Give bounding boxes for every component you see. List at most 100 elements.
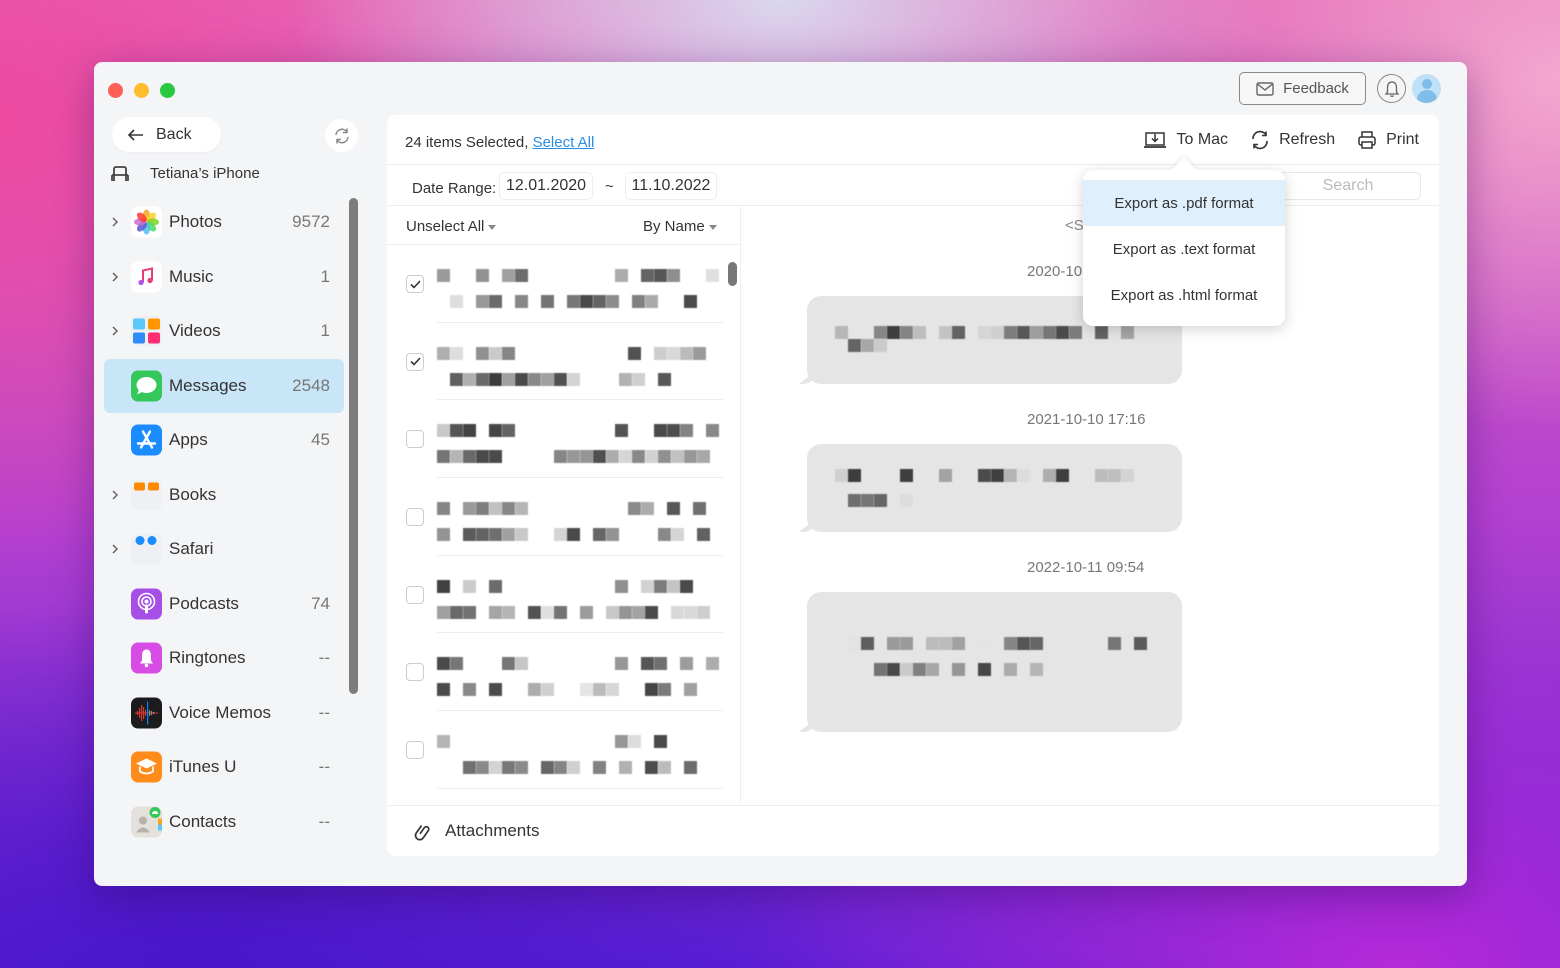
sidebar-item-itunes-u[interactable]: iTunes U -- (104, 740, 344, 795)
contacts-icon (131, 806, 162, 838)
sidebar-scrollbar[interactable] (349, 198, 358, 694)
date-from-input[interactable]: 12.01.2020 (499, 172, 593, 200)
redacted-text-block (515, 528, 528, 542)
redacted-text-block (693, 346, 706, 360)
row-checkbox[interactable] (406, 741, 424, 760)
row-checkbox[interactable] (406, 663, 424, 682)
refresh-button[interactable]: Refresh (1250, 130, 1335, 150)
redacted-text-block (848, 339, 861, 352)
chevron-right-icon[interactable] (110, 325, 120, 337)
unselect-all-label: Unselect All (406, 218, 485, 235)
redacted-text-block (641, 269, 654, 282)
redacted-text-block (926, 663, 939, 676)
message-bubble (807, 592, 1182, 732)
sidebar-item-ringtones[interactable]: Ringtones -- (104, 631, 344, 686)
export-to-computer-icon (1144, 132, 1167, 148)
export-html-option[interactable]: Export as .html format (1083, 272, 1285, 318)
redacted-text-block (615, 735, 628, 749)
list-scrollbar[interactable] (728, 262, 737, 286)
caret-down-icon (488, 224, 497, 230)
sort-dropdown[interactable]: By Name (643, 218, 717, 235)
sidebar-item-photos[interactable]: Photos 9572 (104, 195, 344, 250)
search-input[interactable]: Search (1275, 172, 1421, 200)
back-button[interactable]: Back (112, 117, 221, 152)
chevron-right-icon[interactable] (110, 489, 120, 501)
close-window-button[interactable] (108, 83, 123, 98)
date-to-input[interactable]: 11.10.2022 (625, 172, 717, 200)
redacted-text-block (874, 339, 887, 352)
chevron-right-icon[interactable] (110, 216, 120, 228)
redacted-text-block (978, 637, 991, 650)
chevron-right-icon[interactable] (110, 543, 120, 555)
redacted-text-block (463, 424, 476, 438)
sidebar-item-count: 74 (311, 593, 330, 613)
redacted-text-block (1004, 663, 1017, 676)
print-label: Print (1386, 131, 1419, 148)
notifications-button[interactable] (1377, 74, 1406, 103)
sidebar-item-apps[interactable]: Apps 45 (104, 413, 344, 468)
select-all-link[interactable]: Select All (533, 134, 595, 151)
row-checkbox[interactable] (406, 430, 424, 449)
to-mac-label: To Mac (1176, 131, 1229, 148)
conversation-row[interactable] (406, 323, 723, 401)
conversation-row[interactable] (406, 478, 723, 556)
sidebar-item-messages[interactable]: Messages 2548 (104, 358, 344, 413)
zoom-window-button[interactable] (160, 83, 175, 98)
redacted-text-block (697, 528, 710, 542)
export-pdf-option[interactable]: Export as .pdf format (1083, 180, 1285, 226)
redacted-text-block (515, 295, 528, 308)
sidebar-item-label: iTunes U (169, 757, 237, 777)
attachments-bar[interactable]: Attachments (387, 805, 1439, 856)
checkmark-icon (409, 279, 421, 289)
feedback-button[interactable]: Feedback (1239, 72, 1366, 105)
conversation-row[interactable] (406, 245, 723, 323)
user-avatar-icon[interactable] (1412, 74, 1441, 103)
unselect-all-dropdown[interactable]: Unselect All (406, 218, 497, 235)
redacted-text-block (450, 450, 463, 464)
sidebar-item-music[interactable]: Music 1 (104, 250, 344, 305)
music-icon (131, 261, 162, 293)
caret-down-icon (708, 224, 717, 230)
export-text-option[interactable]: Export as .text format (1083, 226, 1285, 272)
sidebar-item-voice-memos[interactable]: Voice Memos -- (104, 686, 344, 741)
print-button[interactable]: Print (1357, 130, 1419, 150)
to-mac-button[interactable]: To Mac (1143, 130, 1228, 150)
row-checkbox[interactable] (406, 585, 424, 604)
row-checkbox[interactable] (406, 275, 424, 293)
redacted-text-block (619, 450, 632, 464)
redacted-text-block (528, 683, 541, 697)
conversation-row[interactable] (406, 711, 723, 789)
row-checkbox[interactable] (406, 352, 424, 371)
sidebar-item-books[interactable]: Books (104, 468, 344, 523)
redacted-text-block (489, 372, 502, 386)
conversation-row[interactable] (406, 633, 723, 712)
redacted-text-block (437, 346, 450, 360)
redacted-text-block (450, 295, 463, 308)
sidebar-item-label: Safari (169, 539, 214, 559)
redacted-text-block (900, 469, 913, 482)
row-checkbox[interactable] (406, 508, 424, 527)
redacted-text-block (463, 605, 476, 619)
sidebar-item-videos[interactable]: Videos 1 (104, 304, 344, 359)
redacted-text-block (1017, 469, 1030, 482)
redacted-text-block (502, 269, 515, 282)
redacted-text-block (848, 637, 861, 650)
redacted-text-block (706, 657, 719, 671)
redacted-text-block (502, 502, 515, 516)
sidebar-item-label: Videos (169, 321, 221, 341)
minimize-window-button[interactable] (134, 83, 149, 98)
back-label: Back (156, 125, 192, 143)
sidebar-item-count: 1 (320, 321, 330, 341)
message-bubble (807, 444, 1182, 532)
redacted-text-block (697, 605, 710, 619)
chevron-right-icon[interactable] (110, 271, 120, 283)
redacted-text-block (489, 450, 502, 464)
conversation-row[interactable] (406, 556, 723, 634)
redacted-text-block (667, 346, 680, 360)
sidebar-item-podcasts[interactable]: Podcasts 74 (104, 577, 344, 632)
sidebar-item-label: Apps (169, 430, 208, 450)
sidebar-item-contacts[interactable]: Contacts -- (104, 795, 344, 850)
conversation-row[interactable] (406, 400, 723, 479)
refresh-device-button[interactable] (325, 119, 358, 152)
sidebar-item-safari[interactable]: Safari (104, 522, 344, 577)
